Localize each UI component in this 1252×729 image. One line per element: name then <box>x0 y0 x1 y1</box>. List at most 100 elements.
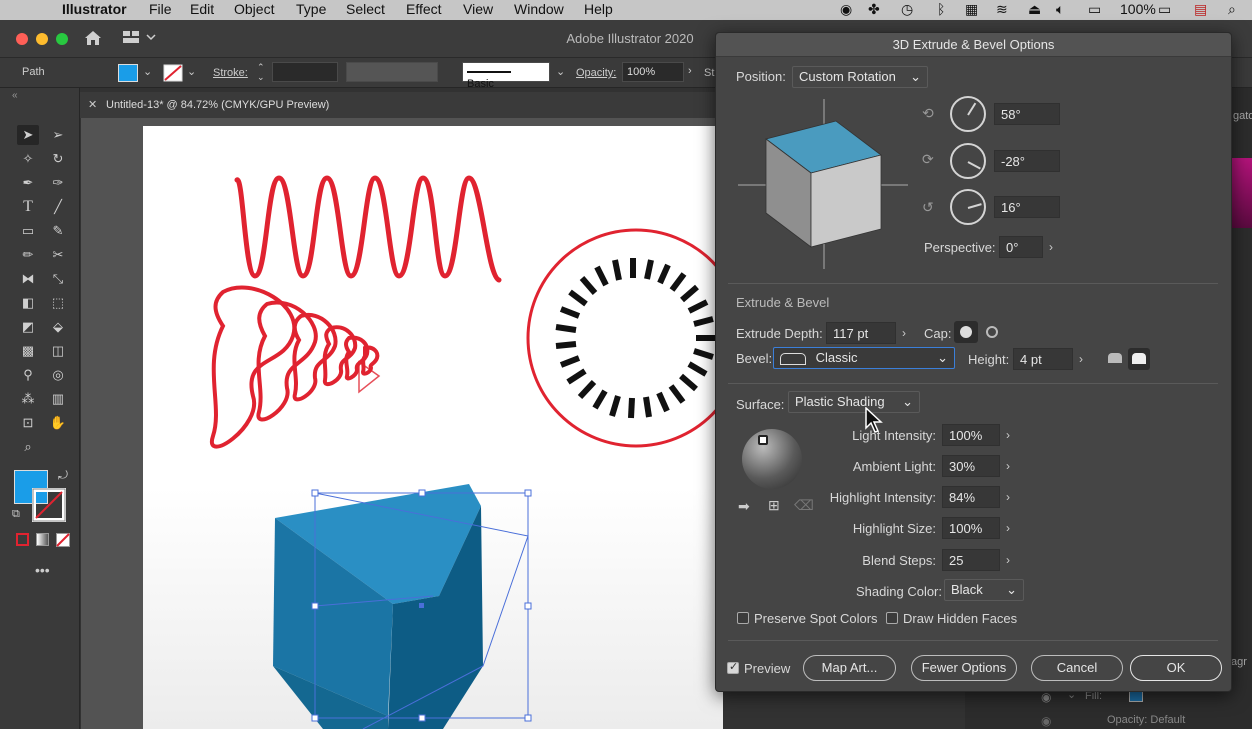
bevel-extent-in-button[interactable] <box>1128 348 1150 370</box>
z-rotation-field[interactable]: 16° <box>994 196 1060 218</box>
airplay-icon[interactable]: ▭ <box>1088 1 1101 18</box>
pencil-tool-icon[interactable]: ✏ <box>17 245 39 265</box>
menu-view[interactable]: View <box>463 1 493 17</box>
fill-swatch[interactable] <box>118 64 138 82</box>
zoom-tool-icon[interactable]: ⌕ <box>17 437 39 457</box>
memory-icon[interactable]: ▦ <box>965 1 978 18</box>
curvature-tool-icon[interactable]: ✑ <box>47 173 69 193</box>
y-rotation-field[interactable]: -28° <box>994 150 1060 172</box>
wifi-icon[interactable]: ≋ <box>996 1 1008 18</box>
light-source-handle[interactable] <box>758 435 768 445</box>
opacity-label[interactable]: Opacity: <box>576 67 616 79</box>
blend-steps-field[interactable]: 25 <box>942 549 1000 571</box>
collapse-panel-icon[interactable]: « <box>12 90 18 101</box>
symbol-sprayer-tool-icon[interactable]: ⁂ <box>17 389 39 409</box>
close-tab-icon[interactable]: ✕ <box>88 98 97 111</box>
cap-off-button[interactable] <box>980 321 1004 343</box>
extrude-depth-arrow-icon[interactable]: › <box>896 322 912 344</box>
gradient-tool-icon[interactable]: ◫ <box>47 341 69 361</box>
fan-icon[interactable]: ✤ <box>868 1 880 18</box>
perspective-grid-tool-icon[interactable]: ⬙ <box>47 317 69 337</box>
move-light-back-icon[interactable]: ➡ <box>738 498 750 515</box>
color-mode-icon[interactable] <box>16 533 29 546</box>
line-segment-tool-icon[interactable]: ╱ <box>47 197 69 217</box>
swap-fill-stroke-icon[interactable]: ⤾ <box>58 468 68 483</box>
menu-help[interactable]: Help <box>584 1 613 17</box>
record-icon[interactable]: ◉ <box>840 1 852 18</box>
magic-wand-tool-icon[interactable]: ✧ <box>17 149 39 169</box>
zoom-window-button[interactable] <box>56 33 68 45</box>
visibility-eye-icon-2[interactable]: ◉ <box>1041 714 1051 728</box>
bevel-dropdown[interactable]: Classic ⌄ <box>773 347 955 369</box>
ok-button[interactable]: OK <box>1130 655 1222 681</box>
default-fill-stroke-icon[interactable]: ⧉ <box>12 508 20 521</box>
menu-object[interactable]: Object <box>234 1 274 17</box>
gradient-mode-icon[interactable] <box>36 533 49 546</box>
variable-width-profile[interactable] <box>346 62 438 82</box>
surface-dropdown[interactable]: Plastic Shading ⌄ <box>788 391 920 413</box>
battery-icon[interactable]: ▭ <box>1158 1 1171 18</box>
time-machine-icon[interactable]: ◷ <box>901 1 913 18</box>
cap-on-button[interactable] <box>954 321 978 343</box>
position-dropdown[interactable]: Custom Rotation ⌄ <box>792 66 928 88</box>
workspace-switcher-icon[interactable] <box>122 30 156 44</box>
x-rotation-field[interactable]: 58° <box>994 103 1060 125</box>
brush-dropdown-chevron-icon[interactable]: ⌄ <box>556 65 565 78</box>
light-intensity-arrow-icon[interactable]: › <box>1000 424 1016 446</box>
selection-tool-icon[interactable]: ➤ <box>17 125 39 145</box>
menu-edit[interactable]: Edit <box>190 1 214 17</box>
direct-selection-tool-icon[interactable]: ➢ <box>47 125 69 145</box>
menu-effect[interactable]: Effect <box>406 1 442 17</box>
shape-builder-tool-icon[interactable]: ◩ <box>17 317 39 337</box>
type-tool-icon[interactable]: T <box>17 197 39 217</box>
spotlight-search-icon[interactable]: ⌕ <box>1228 1 1236 18</box>
lasso-tool-icon[interactable]: ↻ <box>47 149 69 169</box>
map-art-button[interactable]: Map Art... <box>803 655 896 681</box>
y-rotation-dial[interactable] <box>950 143 986 179</box>
none-mode-icon[interactable] <box>56 533 70 547</box>
fewer-options-button[interactable]: Fewer Options <box>911 655 1017 681</box>
cancel-button[interactable]: Cancel <box>1031 655 1123 681</box>
preserve-spot-colors-checkbox[interactable] <box>737 612 749 624</box>
stroke-swatch[interactable] <box>163 64 183 82</box>
highlight-size-field[interactable]: 100% <box>942 517 1000 539</box>
new-light-icon[interactable]: ⊞ <box>768 497 780 514</box>
stroke-dropdown-chevron-icon[interactable]: ⌄ <box>187 65 196 78</box>
blend-tool-icon[interactable]: ◎ <box>47 365 69 385</box>
opacity-field[interactable]: 100% <box>622 62 684 82</box>
z-rotation-dial[interactable] <box>950 189 986 225</box>
stroke-weight-field[interactable] <box>272 62 338 82</box>
stroke-weight-stepper[interactable]: ⌃ ⌄ <box>257 62 265 82</box>
preview-checkbox[interactable]: ✓ <box>727 661 739 674</box>
highlight-intensity-arrow-icon[interactable]: › <box>1000 486 1016 508</box>
panel-tab-partial[interactable]: gato <box>1233 110 1252 122</box>
blend-steps-arrow-icon[interactable]: › <box>1000 549 1016 571</box>
highlight-intensity-field[interactable]: 84% <box>942 486 1000 508</box>
scale-tool-icon[interactable]: ⤡ <box>47 269 69 289</box>
brush-definition-field[interactable]: Basic <box>462 62 550 90</box>
menu-select[interactable]: Select <box>346 1 385 17</box>
artboard[interactable] <box>143 126 723 729</box>
scissors-tool-icon[interactable]: ✂ <box>47 245 69 265</box>
pen-tool-icon[interactable]: ✒ <box>17 173 39 193</box>
light-sphere[interactable] <box>742 429 802 489</box>
mesh-tool-icon[interactable]: ▩ <box>17 341 39 361</box>
menu-window[interactable]: Window <box>514 1 564 17</box>
rotation-track-cube[interactable] <box>736 97 911 272</box>
volume-icon[interactable]: 🔈︎ <box>1056 1 1064 18</box>
minimize-window-button[interactable] <box>36 33 48 45</box>
extrude-depth-field[interactable]: 117 pt <box>826 322 896 344</box>
opacity-arrow-icon[interactable]: › <box>688 65 692 77</box>
free-transform-tool-icon[interactable]: ⬚ <box>47 293 69 313</box>
flag-icon[interactable]: ▤ <box>1194 1 1207 18</box>
draw-hidden-faces-checkbox[interactable] <box>886 612 898 624</box>
stroke-label[interactable]: Stroke: <box>213 67 248 79</box>
column-graph-tool-icon[interactable]: ▥ <box>47 389 69 409</box>
paintbrush-tool-icon[interactable]: ✎ <box>47 221 69 241</box>
document-tab-title[interactable]: Untitled-13* @ 84.72% (CMYK/GPU Preview) <box>106 99 329 111</box>
menu-file[interactable]: File <box>149 1 172 17</box>
eyedropper-tool-icon[interactable]: ⚲ <box>17 365 39 385</box>
highlight-size-arrow-icon[interactable]: › <box>1000 517 1016 539</box>
home-icon[interactable] <box>84 30 102 46</box>
perspective-field[interactable]: 0° <box>999 236 1043 258</box>
